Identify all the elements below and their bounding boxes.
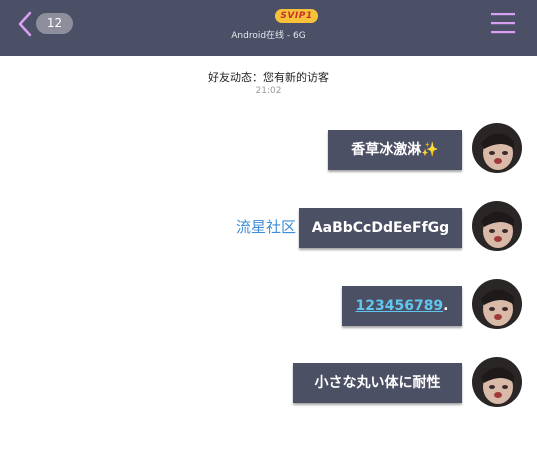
- avatar[interactable]: [472, 357, 522, 407]
- community-tag[interactable]: 流星社区: [236, 216, 296, 238]
- system-message: 好友动态：您有新的访客: [208, 71, 329, 84]
- message-text: 香草冰激淋: [351, 142, 422, 158]
- message-timestamp: 21:02: [255, 86, 282, 96]
- chevron-left-icon: [18, 11, 32, 37]
- online-status: Android在线 - 6G: [231, 31, 306, 41]
- avatar[interactable]: [472, 279, 522, 329]
- sparkles-emoji: ✨: [421, 142, 439, 158]
- message-text: 小さな丸い体に耐性: [314, 375, 441, 391]
- unread-count-badge[interactable]: 12: [36, 13, 73, 34]
- message-text: AaBbCcDdEeFfGg: [311, 220, 450, 236]
- back-button[interactable]: [14, 10, 38, 38]
- avatar[interactable]: [472, 201, 522, 251]
- message-bubble[interactable]: 香草冰激淋✨: [328, 130, 462, 170]
- svip-badge: SVIP1: [275, 9, 318, 23]
- menu-button[interactable]: [490, 11, 516, 35]
- chat-header: 12 SVIP1 Android在线 - 6G: [0, 0, 537, 56]
- message-bubble[interactable]: AaBbCcDdEeFfGg: [299, 208, 462, 248]
- message-bubble[interactable]: 小さな丸い体に耐性: [293, 363, 462, 403]
- menu-icon: [491, 13, 515, 34]
- avatar[interactable]: [472, 123, 522, 173]
- message-text: .: [443, 298, 449, 314]
- message-link[interactable]: 123456789: [356, 298, 444, 314]
- message-bubble[interactable]: 123456789.: [342, 286, 462, 326]
